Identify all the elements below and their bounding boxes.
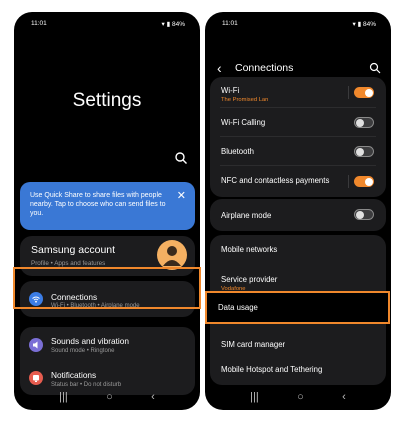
nfc-toggle[interactable] [354, 176, 374, 187]
mobile-hotspot-label: Mobile Hotspot and Tethering [221, 365, 323, 374]
navigation-bar: ||| ○ ‹ [205, 384, 391, 410]
page-title: Connections [235, 62, 294, 74]
wifi-signal-icon: ▾ ▮ [352, 21, 362, 28]
home-icon[interactable]: ○ [106, 391, 113, 403]
volume-icon [29, 338, 43, 352]
mobile-networks-label: Mobile networks [221, 245, 278, 254]
bluetooth-toggle[interactable] [354, 146, 374, 157]
wifi-calling-row[interactable]: Wi-Fi Calling [210, 108, 386, 136]
search-icon[interactable] [369, 62, 381, 74]
nfc-row[interactable]: NFC and contactless payments [210, 166, 386, 197]
tip-text: Use Quick Share to share files with peop… [30, 192, 166, 217]
close-icon[interactable]: ✕ [177, 190, 186, 204]
recent-apps-icon[interactable]: ||| [59, 391, 68, 403]
page-title: Settings [72, 90, 142, 111]
recent-apps-icon[interactable]: ||| [250, 391, 259, 403]
bluetooth-row[interactable]: Bluetooth [210, 137, 386, 165]
avatar[interactable] [157, 240, 187, 270]
wifi-label: Wi-Fi [221, 86, 240, 95]
mobile-networks-row[interactable]: Mobile networks [210, 235, 386, 265]
service-provider-label: Service provider [221, 275, 278, 284]
wifi-toggle[interactable] [354, 87, 374, 98]
data-usage-label: Data usage [218, 303, 258, 312]
phone-screen-settings: 11:01 ▾ ▮ 84% Settings Use Quick Share t… [14, 12, 200, 410]
wifi-signal-icon: ▾ ▮ [161, 21, 171, 28]
divider-vertical [348, 86, 349, 99]
bluetooth-label: Bluetooth [221, 147, 254, 156]
nfc-label: NFC and contactless payments [221, 176, 330, 185]
status-battery: ▾ ▮ 84% [352, 21, 376, 28]
navigation-bar: ||| ○ ‹ [14, 384, 200, 410]
search-icon[interactable] [174, 151, 188, 165]
status-bar: 11:01 ▾ ▮ 84% [14, 12, 200, 32]
wifi-calling-label: Wi-Fi Calling [221, 118, 266, 127]
wifi-calling-toggle[interactable] [354, 117, 374, 128]
connections-highlight [13, 267, 201, 309]
status-time: 11:01 [222, 20, 238, 27]
airplane-mode-label: Airplane mode [221, 211, 272, 220]
phone-screen-connections: 11:01 ▾ ▮ 84% ‹ Connections Wi-Fi The Pr… [205, 12, 391, 410]
app-bar: ‹ Connections [205, 60, 391, 76]
status-bar: 11:01 ▾ ▮ 84% [205, 12, 391, 32]
back-icon[interactable]: ‹ [151, 391, 155, 403]
sim-card-manager-row[interactable]: SIM card manager [210, 332, 386, 360]
connections-group-wireless: Wi-Fi The Promised Lan Wi-Fi Calling Blu… [210, 77, 386, 197]
sounds-menu-item[interactable]: Sounds and vibration Sound mode • Ringto… [20, 327, 195, 361]
quick-share-tip[interactable]: Use Quick Share to share files with peop… [20, 182, 195, 230]
back-icon[interactable]: ‹ [342, 391, 346, 403]
mobile-hotspot-row[interactable]: Mobile Hotspot and Tethering [210, 360, 386, 385]
airplane-mode-row[interactable]: Airplane mode [210, 199, 386, 231]
account-subtitle: Profile • Apps and features [31, 260, 106, 267]
status-time: 11:01 [31, 20, 47, 27]
data-usage-row[interactable]: Data usage [205, 291, 390, 324]
wifi-row[interactable]: Wi-Fi The Promised Lan [210, 77, 386, 107]
divider-vertical [348, 175, 349, 188]
bell-icon [29, 371, 43, 385]
wifi-network-name: The Promised Lan [221, 97, 269, 103]
back-arrow-icon[interactable]: ‹ [217, 60, 222, 76]
sounds-label: Sounds and vibration [51, 336, 129, 346]
sim-card-manager-label: SIM card manager [221, 340, 286, 349]
account-name: Samsung account [31, 244, 116, 256]
home-icon[interactable]: ○ [297, 391, 304, 403]
airplane-mode-toggle[interactable] [354, 209, 374, 220]
notifications-label: Notifications [51, 370, 97, 380]
person-icon [163, 246, 181, 266]
connections-group-airplane: Airplane mode [210, 199, 386, 231]
status-battery: ▾ ▮ 84% [161, 21, 185, 28]
sounds-subtitle: Sound mode • Ringtone [51, 348, 115, 354]
